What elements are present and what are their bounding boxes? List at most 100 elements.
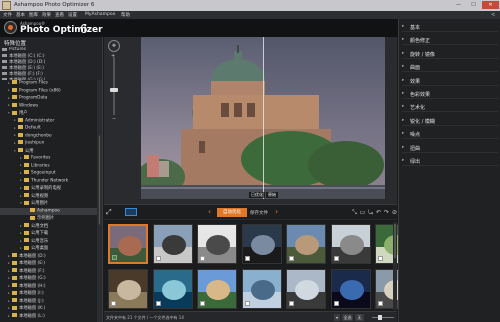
reset-icon[interactable]: ⊘ <box>391 209 398 216</box>
tool-category[interactable]: ▸ 效果 <box>399 76 500 86</box>
photo-thumbnail[interactable] <box>241 224 282 264</box>
tree-item[interactable]: ▸ 公用录制的电视 <box>0 185 97 192</box>
tree-item[interactable]: ▸ 公用音乐 <box>0 238 97 245</box>
tree-item[interactable]: ▾ 用户 <box>0 110 97 117</box>
thumbnail-checkbox[interactable] <box>289 301 294 306</box>
tree-item[interactable]: ▸ 本地磁盘 (G:) <box>0 275 97 282</box>
tree-item[interactable]: ▸ Default <box>0 125 97 132</box>
redo-icon[interactable]: ↷ <box>383 209 390 216</box>
select-all-button[interactable]: 全选 <box>342 314 353 321</box>
tree-item[interactable]: ▸ Thunder Network <box>0 177 97 185</box>
thumbnail-scrollbar[interactable] <box>393 222 397 310</box>
zoom-out-icon[interactable]: − <box>112 116 116 122</box>
save-file-button[interactable]: 保存文件 <box>250 210 268 216</box>
thumbnail-checkbox[interactable] <box>378 256 383 261</box>
photo-thumbnail[interactable] <box>286 224 326 264</box>
tool-category[interactable]: ▸ 噪点 <box>399 129 500 140</box>
tree-item[interactable]: ▸ Program Files (x86) <box>0 87 97 95</box>
tree-scrollbar[interactable] <box>97 80 102 322</box>
tree-item[interactable]: Ashampoo <box>0 207 97 215</box>
tree-item[interactable]: ▸ jiashipun <box>0 140 97 147</box>
tool-category[interactable]: ▸ 颜色修正 <box>399 35 500 46</box>
tree-item[interactable]: ▸ 公用桌面 <box>0 245 97 252</box>
tree-item[interactable]: ▸ 本地磁盘 (D:) <box>0 253 97 260</box>
photo-thumbnail[interactable] <box>330 224 371 264</box>
menu-myashampoo[interactable]: MyAshampoo <box>85 12 115 17</box>
next-arrow-icon[interactable]: › <box>275 207 278 216</box>
tree-item[interactable]: ▸ Program Files <box>0 80 97 87</box>
tool-category[interactable]: ▸ 色彩效果 <box>399 89 500 99</box>
undo-icon[interactable]: ↶ <box>375 209 382 216</box>
tool-category[interactable]: ▸ 艺术化 <box>399 102 500 113</box>
photo-thumbnail[interactable] <box>108 269 148 309</box>
photo-thumbnail[interactable] <box>152 269 193 309</box>
thumbnail-checkbox[interactable] <box>244 301 250 306</box>
thumbnail-checkbox[interactable] <box>155 301 161 306</box>
tree-item[interactable]: ▸ 本地磁盘 (H:) <box>0 283 97 290</box>
tree-item[interactable]: ▸ 本地磁盘 (K:) <box>0 305 97 312</box>
menu-file[interactable]: 文件 <box>3 12 12 18</box>
zoom-slider-knob[interactable] <box>110 88 118 92</box>
thumbnail-checkbox[interactable] <box>112 255 117 260</box>
tool-category[interactable]: ▸ 基本 <box>399 22 500 32</box>
tree-item[interactable]: ▸ Administrator <box>0 117 97 125</box>
tree-item[interactable]: ▸ 本地磁盘 (I:) <box>0 290 97 297</box>
menu-library[interactable]: 图库 <box>29 12 38 18</box>
tree-item[interactable]: ▸ 公用下载 <box>0 230 97 237</box>
thumbnail-checkbox[interactable] <box>111 301 116 306</box>
tool-category[interactable]: ▸ 绿出 <box>399 156 500 166</box>
tree-item[interactable]: ▸ 本地磁盘 (J:) <box>0 298 97 305</box>
thumbnail-checkbox[interactable] <box>333 301 339 306</box>
menu-help[interactable]: 帮助 <box>121 12 130 18</box>
thumbnail-checkbox[interactable] <box>289 256 294 261</box>
tree-item[interactable]: ▸ 本地磁盘 (L:) <box>0 313 97 320</box>
tree-item[interactable]: ▸ 公用视频 <box>0 193 97 200</box>
tool-category[interactable]: ▸ 扭曲 <box>399 143 500 153</box>
photo-thumbnail[interactable] <box>108 224 148 264</box>
tree-item[interactable]: 示例图片 <box>0 215 97 222</box>
photo-thumbnail[interactable] <box>241 269 282 309</box>
tree-item[interactable]: ▾ 公用图片 <box>0 200 97 207</box>
frame-icon[interactable]: ▭ <box>359 209 366 216</box>
zoom-track[interactable] <box>113 57 115 115</box>
pan-navigator[interactable]: ✥ <box>108 40 120 52</box>
fullscreen-icon[interactable]: ⤢ <box>106 208 112 217</box>
tree-item[interactable]: ▸ Windows <box>0 102 97 110</box>
thumbnail-size-knob[interactable] <box>378 315 382 320</box>
rotate-icon[interactable]: ⤿ <box>367 209 374 216</box>
share-icon[interactable]: < <box>491 12 495 18</box>
tree-item[interactable]: ▸ Sogouinput <box>0 170 97 177</box>
filter-dropdown[interactable]: ▾ <box>334 314 340 321</box>
menu-effects[interactable]: 效果 <box>42 12 51 18</box>
menu-settings[interactable]: 设置 <box>68 12 77 18</box>
maximize-button[interactable]: ☐ <box>467 1 480 9</box>
photo-thumbnail[interactable] <box>286 269 326 309</box>
compare-view-icon[interactable] <box>125 208 137 216</box>
tool-category[interactable]: ▸ 曲面 <box>399 62 500 73</box>
tool-category[interactable]: ▸ 锐化 / 模糊 <box>399 116 500 126</box>
scrollbar-thumb[interactable] <box>394 224 396 258</box>
compare-divider[interactable] <box>263 37 264 199</box>
menu-basic[interactable]: 基本 <box>16 12 25 18</box>
tree-item[interactable]: ▸ Libraries <box>0 162 97 170</box>
crop-icon[interactable]: ⤡ <box>351 209 358 216</box>
tree-item[interactable]: ▸ ProgramData <box>0 95 97 102</box>
close-button[interactable]: ✕ <box>482 1 499 9</box>
thumbnail-checkbox[interactable] <box>200 301 205 306</box>
auto-optimize-button[interactable]: 自动优化 <box>217 208 247 217</box>
tool-category[interactable]: ▸ 旋转 / 镜像 <box>399 49 500 59</box>
photo-thumbnail[interactable] <box>330 269 371 309</box>
photo-preview[interactable]: 已优化 原始 <box>141 37 385 199</box>
scrollbar-thumb[interactable] <box>98 135 101 225</box>
tree-item[interactable]: ▸ 本地磁盘 (F:) <box>0 268 97 275</box>
select-none-button[interactable]: 无 <box>355 314 364 321</box>
previous-arrow-icon[interactable]: ‹ <box>208 207 211 216</box>
tree-item[interactable]: ▸ dongchonbo <box>0 132 97 140</box>
thumbnail-checkbox[interactable] <box>333 256 339 261</box>
thumbnail-checkbox[interactable] <box>244 256 250 261</box>
tree-item[interactable]: ▸ 本地磁盘 (E:) <box>0 260 97 267</box>
thumbnail-checkbox[interactable] <box>200 256 205 261</box>
thumbnail-checkbox[interactable] <box>155 256 161 261</box>
tree-item[interactable]: ▾ 公用 <box>0 148 97 155</box>
menu-view[interactable]: 查看 <box>55 12 64 18</box>
